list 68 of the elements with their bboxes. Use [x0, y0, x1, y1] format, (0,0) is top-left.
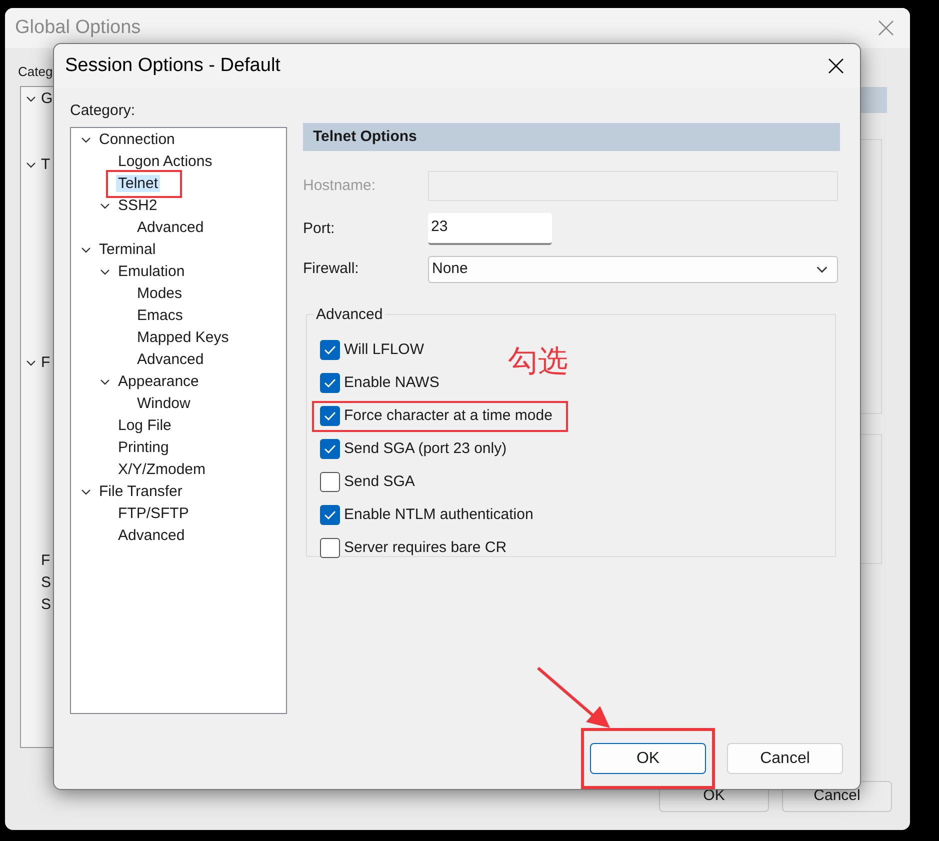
check-icon — [324, 510, 336, 520]
close-icon[interactable] — [828, 58, 844, 74]
tree-item[interactable]: Advanced — [135, 350, 206, 370]
check-icon — [324, 345, 336, 355]
tree-item[interactable]: Window — [135, 394, 192, 414]
tree-item[interactable]: Logon Actions — [116, 152, 214, 172]
caret-icon[interactable] — [816, 266, 828, 272]
checkbox[interactable] — [320, 406, 340, 426]
tree-item[interactable]: Connection — [97, 130, 177, 150]
tree-item[interactable]: Printing — [116, 438, 171, 458]
checkbox[interactable] — [320, 340, 340, 360]
checkbox[interactable] — [320, 472, 340, 492]
tree-item[interactable]: F — [41, 550, 50, 572]
checkbox-label[interactable]: Send SGA — [344, 470, 415, 494]
tree-item[interactable]: Advanced — [116, 526, 187, 546]
tree-item[interactable]: Terminal — [97, 240, 158, 260]
chevron-icon[interactable] — [26, 360, 36, 366]
checkbox-label[interactable]: Server requires bare CR — [344, 536, 507, 560]
checkbox[interactable] — [320, 439, 340, 459]
field-label: Hostname: — [303, 176, 377, 196]
category-label: Category: — [70, 101, 136, 121]
tree-item[interactable]: Advanced — [135, 218, 206, 238]
tree-item[interactable]: Log File — [116, 416, 174, 436]
chevron-icon[interactable] — [100, 203, 110, 209]
tree-item[interactable]: T — [41, 154, 50, 176]
chevron-icon[interactable] — [81, 247, 91, 253]
tree-item[interactable]: FTP/SFTP — [116, 504, 191, 524]
tree-item[interactable]: S — [41, 594, 52, 616]
checkbox[interactable] — [320, 505, 340, 525]
tree-item[interactable]: Telnet — [116, 174, 160, 192]
tree-item[interactable]: Mapped Keys — [135, 328, 231, 348]
tree-item[interactable]: Emacs — [135, 306, 185, 326]
category-label: Categ — [18, 63, 53, 81]
port-field[interactable]: 23 — [428, 213, 552, 245]
tree-item[interactable]: X/Y/Zmodem — [116, 460, 208, 480]
checkbox-label[interactable]: Send SGA (port 23 only) — [344, 438, 507, 460]
check-icon — [324, 378, 336, 388]
tree-item[interactable]: SSH2 — [116, 196, 160, 216]
chevron-icon[interactable] — [81, 137, 91, 143]
tree-item[interactable]: F — [41, 352, 50, 374]
tree-item[interactable]: Appearance — [116, 372, 201, 392]
field-label: Firewall: — [303, 258, 360, 279]
tree-item[interactable]: Modes — [135, 284, 184, 304]
window-title: Global Options — [15, 16, 141, 40]
checkbox-label[interactable]: Force character at a time mode — [344, 404, 552, 428]
chevron-icon[interactable] — [100, 379, 110, 385]
chevron-icon[interactable] — [81, 489, 91, 495]
chevron-icon[interactable] — [26, 96, 36, 102]
chevron-icon[interactable] — [26, 162, 36, 168]
checkbox-label[interactable]: Enable NAWS — [344, 372, 440, 394]
chevron-icon[interactable] — [100, 269, 110, 275]
section-title: Telnet Options — [313, 126, 417, 147]
annotation-text: 勾选 — [508, 346, 568, 378]
tree-item[interactable]: File Transfer — [97, 482, 184, 502]
dialog-title: Session Options - Default — [65, 54, 280, 78]
checkbox-label[interactable]: Enable NTLM authentication — [344, 504, 534, 526]
field-label: Port: — [303, 218, 336, 239]
checkbox[interactable] — [320, 373, 340, 393]
check-icon — [324, 411, 336, 421]
firewall-dropdown[interactable]: None — [428, 256, 838, 282]
cancel-button[interactable]: Cancel — [727, 743, 843, 774]
tree-item[interactable]: G — [41, 88, 53, 110]
tree-item[interactable]: Emulation — [116, 262, 187, 282]
checkbox[interactable] — [320, 538, 340, 558]
check-icon — [324, 444, 336, 454]
checkbox-label[interactable]: Will LFLOW — [344, 338, 424, 362]
tree-item[interactable]: S — [41, 572, 52, 594]
ok-button[interactable]: OK — [590, 743, 706, 774]
